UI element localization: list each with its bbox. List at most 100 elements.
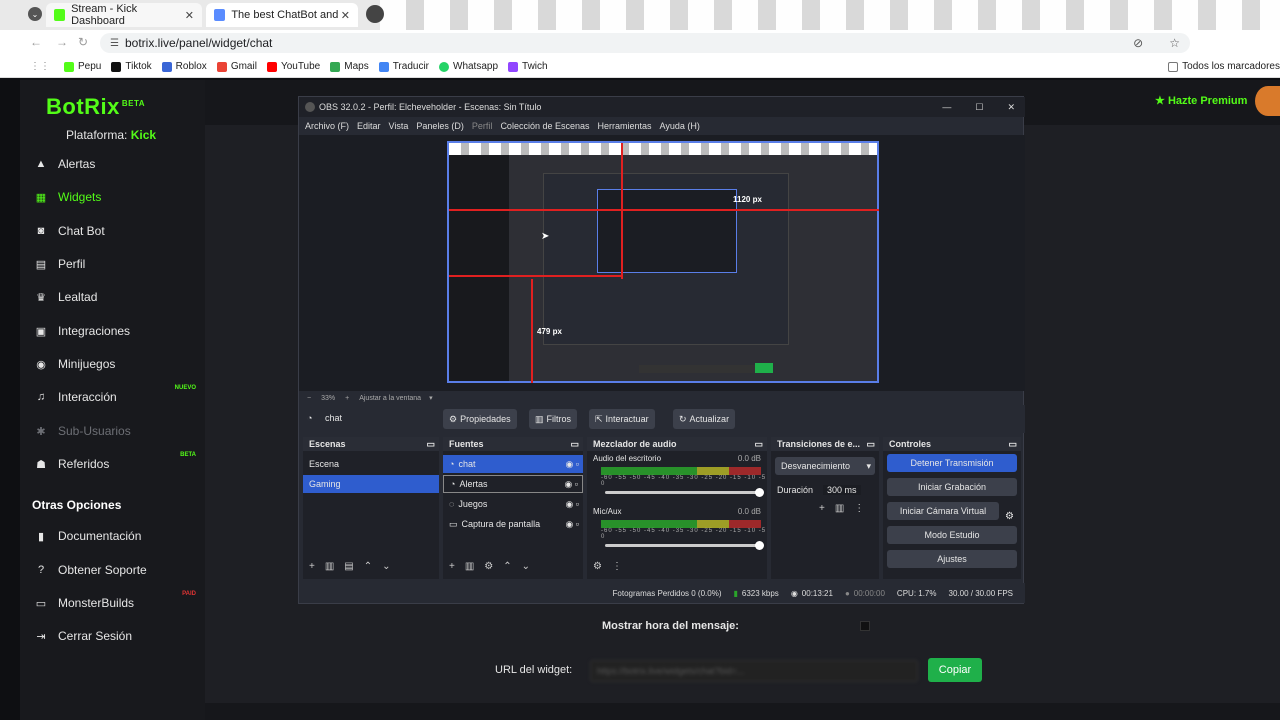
fit-window-label[interactable]: Ajustar a la ventana (359, 395, 421, 402)
zoom-in-icon[interactable]: + (345, 395, 349, 402)
reload-icon[interactable]: ↻ (78, 35, 88, 49)
sidebar-item-lealtad[interactable]: ♛ Lealtad (34, 285, 204, 309)
volume-slider[interactable] (605, 541, 764, 550)
refresh-button[interactable]: ↻ Actualizar (673, 409, 736, 429)
arrow-down-icon[interactable]: ⌄ (522, 561, 540, 572)
duration-input[interactable]: 300 ms (823, 485, 861, 495)
sidebar-item-sub-usuarios[interactable]: ✱ Sub-Usuarios (34, 419, 204, 443)
source-item[interactable]: ◔ Alertas ◉ ▫ (443, 475, 583, 493)
sidebar-item-integraciones[interactable]: ▣ Integraciones (34, 319, 204, 343)
dock-menu-icon[interactable]: ▭ (754, 439, 763, 450)
minimize-icon[interactable]: — (942, 102, 951, 112)
eye-icon[interactable]: ◉ ▫ (565, 519, 579, 530)
source-item-selected[interactable]: ◔ chat ◉ ▫ (443, 455, 583, 473)
filters-button[interactable]: ▥ Filtros (529, 409, 578, 429)
bookmark-youtube[interactable]: YouTube (266, 61, 320, 72)
menu-paneles[interactable]: Paneles (D) (416, 121, 464, 131)
bookmark-pepu[interactable]: Pepu (64, 61, 101, 72)
bookmark-traducir[interactable]: Traducir (378, 61, 429, 72)
new-tab-icon[interactable] (366, 5, 384, 23)
settings-button[interactable]: Ajustes (887, 550, 1017, 568)
copy-button[interactable]: Copiar (928, 658, 982, 682)
preview-canvas[interactable]: 1120 px 479 px ➤ (447, 141, 879, 383)
filter-icon[interactable]: ▤ (344, 561, 363, 572)
sidebar-item-perfil[interactable]: ▤ Perfil (34, 252, 204, 276)
add-icon[interactable]: + (449, 561, 465, 572)
start-virtual-camera-button[interactable]: Iniciar Cámara Virtual (887, 502, 999, 520)
bookmark-gmail[interactable]: Gmail (216, 61, 257, 72)
show-time-checkbox[interactable] (860, 621, 870, 631)
volume-slider[interactable] (605, 488, 764, 497)
bookmark-whatsapp[interactable]: Whatsapp (439, 61, 498, 72)
apps-grid-icon[interactable]: ⋮⋮ (30, 61, 50, 72)
eye-off-icon[interactable]: ⊘ (1133, 36, 1143, 50)
tab-kick-dashboard[interactable]: Stream - Kick Dashboard ✕ (46, 3, 202, 27)
close-icon[interactable]: ✕ (1007, 102, 1015, 113)
sidebar-item-minijuegos[interactable]: ◉ Minijuegos (34, 352, 204, 376)
avatar[interactable] (1255, 86, 1280, 116)
address-bar[interactable]: ☰ botrix.live/panel/widget/chat ⊘ ☆ (100, 33, 1190, 53)
sidebar-item-soporte[interactable]: ? Obtener Soporte (34, 558, 204, 582)
source-item[interactable]: ◌ Juegos ◉ ▫ (443, 495, 583, 513)
sidebar-item-alertas[interactable]: ▲ Alertas (34, 152, 204, 176)
gear-icon[interactable]: ⚙ (593, 561, 612, 572)
sidebar-item-chat-bot[interactable]: ◙ Chat Bot (34, 219, 204, 243)
bookmark-maps[interactable]: Maps (330, 61, 369, 72)
sidebar-item-widgets[interactable]: ▦ Widgets (34, 185, 204, 209)
obs-preview[interactable]: 1120 px 479 px ➤ (299, 135, 1025, 391)
menu-editar[interactable]: Editar (357, 121, 381, 131)
tab-search-icon[interactable]: ⌄ (28, 7, 42, 21)
sidebar-item-cerrar-sesion[interactable]: ⇥ Cerrar Sesión (34, 624, 204, 648)
tab-close-icon[interactable]: ✕ (341, 9, 350, 22)
forward-arrow-icon[interactable]: → (56, 35, 68, 49)
add-icon[interactable]: + (819, 503, 835, 514)
menu-ayuda[interactable]: Ayuda (H) (660, 121, 700, 131)
menu-herramientas[interactable]: Herramientas (598, 121, 652, 131)
bookmark-star-icon[interactable]: ☆ (1169, 36, 1180, 50)
widget-url-input[interactable] (590, 660, 918, 682)
trash-icon[interactable]: ▥ (835, 503, 854, 514)
menu-perfil[interactable]: Perfil (472, 121, 493, 131)
start-recording-button[interactable]: Iniciar Grabación (887, 478, 1017, 496)
more-icon[interactable]: ⋮ (612, 561, 632, 572)
tab-botrix[interactable]: The best ChatBot and Widgets ✕ (206, 3, 358, 27)
studio-mode-button[interactable]: Modo Estudio (887, 526, 1017, 544)
scene-item-selected[interactable]: Gaming (303, 475, 439, 493)
maximize-icon[interactable]: ☐ (975, 102, 983, 113)
bookmark-twich[interactable]: Twich (508, 61, 548, 72)
scene-item[interactable]: Escena (303, 455, 439, 473)
sidebar-item-documentacion[interactable]: ▮ Documentación (34, 524, 204, 548)
zoom-out-icon[interactable]: − (307, 395, 311, 402)
source-item[interactable]: ▭ Captura de pantalla ◉ ▫ (443, 515, 583, 533)
add-icon[interactable]: + (309, 561, 325, 572)
bookmark-all[interactable]: Todos los marcadores (1168, 61, 1280, 72)
eye-icon[interactable]: ◉ ▫ (565, 499, 579, 510)
gear-icon[interactable]: ⚙ (484, 561, 503, 572)
tab-close-icon[interactable]: ✕ (185, 9, 194, 22)
transition-select[interactable]: Desvanecimiento ▾ (775, 457, 875, 475)
dock-menu-icon[interactable]: ▭ (866, 439, 875, 450)
sidebar-item-monsterbuilds[interactable]: ▭ MonsterBuilds PAID (34, 591, 204, 615)
menu-vista[interactable]: Vista (389, 121, 409, 131)
interact-button[interactable]: ⇱ Interactuar (589, 409, 655, 429)
gear-icon[interactable]: ⚙ (1005, 511, 1014, 522)
eye-icon[interactable]: ◉ ▫ (565, 459, 579, 470)
arrow-down-icon[interactable]: ⌄ (382, 561, 400, 572)
trash-icon[interactable]: ▥ (465, 561, 484, 572)
more-icon[interactable]: ⋮ (854, 503, 874, 514)
dock-menu-icon[interactable]: ▭ (570, 439, 579, 450)
sidebar-item-referidos[interactable]: ☗ Referidos BETA (34, 452, 204, 476)
bookmark-tiktok[interactable]: Tiktok (111, 61, 152, 72)
arrow-up-icon[interactable]: ⌃ (503, 561, 521, 572)
premium-link[interactable]: ★ Hazte Premium (1155, 94, 1247, 107)
botrix-logo[interactable]: BotRix BETA (46, 94, 145, 120)
menu-archivo[interactable]: Archivo (F) (305, 121, 349, 131)
dock-menu-icon[interactable]: ▭ (426, 439, 435, 450)
menu-coleccion[interactable]: Colección de Escenas (500, 121, 589, 131)
eye-icon[interactable]: ◉ ▫ (564, 479, 578, 490)
chevron-down-icon[interactable]: ▾ (429, 394, 433, 402)
properties-button[interactable]: ⚙ Propiedades (443, 409, 517, 429)
dock-menu-icon[interactable]: ▭ (1008, 439, 1017, 450)
bookmark-roblox[interactable]: Roblox (161, 61, 207, 72)
trash-icon[interactable]: ▥ (325, 561, 344, 572)
